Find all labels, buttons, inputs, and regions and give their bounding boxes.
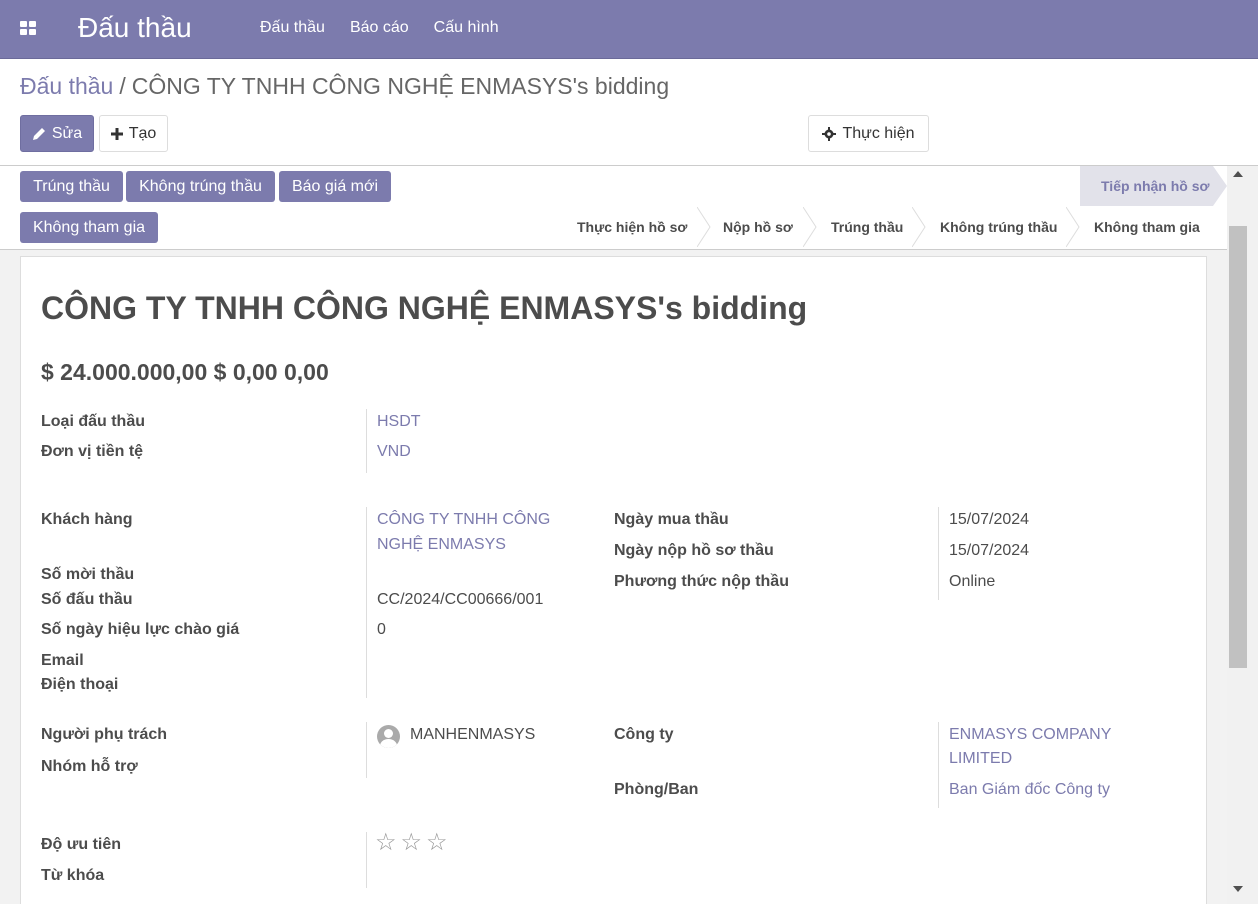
avatar [377,725,400,748]
edit-button[interactable]: Sửa [20,115,94,152]
method-label: Phương thức nộp thầu [614,573,789,590]
phone-label: Điện thoại [41,676,119,693]
not-participate-button[interactable]: Không tham gia [20,212,158,243]
currency-label: Đơn vị tiền tệ [41,443,144,460]
customer-value-line2[interactable]: NGHỆ ENMASYS [377,536,506,554]
stage-separator [803,207,817,247]
breadcrumb-parent[interactable]: Đấu thầu [20,73,113,99]
record-amount: $ 24.000.000,00 $ 0,00 0,00 [41,359,329,385]
field-divider [366,409,367,473]
submit-date-value[interactable]: 15/07/2024 [949,542,1029,560]
field-divider [938,507,939,600]
customer-value-line1[interactable]: CÔNG TY TNHH CÔNG [377,511,550,529]
company-label: Công ty [614,726,674,743]
field-divider [938,722,939,808]
action-menu-label: Thực hiện [842,124,915,142]
responsible-label: Người phụ trách [41,726,168,743]
new-quote-button[interactable]: Báo giá mới [279,171,391,202]
menu-item-config[interactable]: Cấu hình [434,19,499,37]
stage-submit[interactable]: Nộp hồ sơ [723,219,793,235]
company-value-line2[interactable]: LIMITED [949,750,1012,768]
win-bid-button[interactable]: Trúng thầu [20,171,123,202]
breadcrumb-current: CÔNG TY TNHH CÔNG NGHỆ ENMASYS's bidding [131,73,670,99]
stage-active-label: Tiếp nhận hồ sơ [1101,178,1210,194]
menu-item-reports[interactable]: Báo cáo [350,19,409,37]
record-title: CÔNG TY TNHH CÔNG NGHỆ ENMASYS's bidding [41,290,808,326]
plus-icon [110,127,123,140]
breadcrumb: Đấu thầu / CÔNG TY TNHH CÔNG NGHỆ ENMASYS'… [20,73,669,100]
submit-date-label: Ngày nộp hồ sơ thầu [614,542,774,559]
menu-item-bidding[interactable]: Đấu thầu [260,19,325,37]
create-button-label: Tạo [128,124,157,142]
gear-icon [822,126,837,141]
stage-lost[interactable]: Không trúng thầu [940,219,1057,235]
stage-separator [912,207,926,247]
company-value-line1[interactable]: ENMASYS COMPANY [949,726,1111,744]
bid-no-label: Số đấu thầu [41,591,133,608]
pencil-icon [32,127,45,140]
apps-menu-icon[interactable] [20,21,36,35]
stage-separator [697,207,711,247]
star-icon[interactable]: ☆ [401,831,423,855]
star-icon[interactable]: ☆ [426,831,448,855]
bid-no-value[interactable]: CC/2024/CC00666/001 [377,591,543,609]
customer-label: Khách hàng [41,511,133,528]
validity-label: Số ngày hiệu lực chào giá [41,621,240,638]
bid-type-value[interactable]: HSDT [377,413,421,431]
action-menu-button[interactable]: Thực hiện [808,115,929,152]
purchase-date-label: Ngày mua thầu [614,511,729,528]
top-menu: Đấu thầu Báo cáo Cấu hình [260,19,524,37]
purchase-date-value[interactable]: 15/07/2024 [949,511,1029,529]
app-brand: Đấu thầu [78,12,192,43]
support-team-label: Nhóm hỗ trợ [41,758,138,775]
breadcrumb-separator: / [119,73,126,99]
top-navbar: Đấu thầu Đấu thầu Báo cáo Cấu hình [0,0,1258,59]
field-divider [366,832,367,888]
field-divider [366,507,367,698]
method-value[interactable]: Online [949,573,995,591]
currency-value[interactable]: VND [377,443,411,461]
scrollbar-thumb[interactable] [1229,226,1247,668]
tags-label: Từ khóa [41,867,105,884]
department-label: Phòng/Ban [614,781,699,798]
stage-prepare[interactable]: Thực hiện hồ sơ [577,219,687,235]
scroll-up-arrow-icon[interactable] [1233,171,1243,177]
stage-won[interactable]: Trúng thầu [831,219,903,235]
department-value[interactable]: Ban Giám đốc Công ty [949,781,1110,799]
lose-bid-button[interactable]: Không trúng thầu [126,171,275,202]
field-divider [366,722,367,778]
bid-type-label: Loại đấu thầu [41,413,145,430]
edit-button-label: Sửa [51,124,83,142]
validity-value[interactable]: 0 [377,621,386,639]
email-label: Email [41,652,84,669]
star-icon[interactable]: ☆ [375,831,397,855]
stage-separator [1066,207,1080,247]
scroll-down-arrow-icon[interactable] [1233,886,1243,892]
create-button[interactable]: Tạo [99,115,168,152]
stage-not-participated[interactable]: Không tham gia [1094,219,1200,235]
priority-stars: ☆ ☆ ☆ [375,831,448,855]
priority-label: Độ ưu tiên [41,836,122,853]
invite-no-label: Số mời thầu [41,566,135,583]
responsible-value[interactable]: MANHENMASYS [410,726,535,744]
